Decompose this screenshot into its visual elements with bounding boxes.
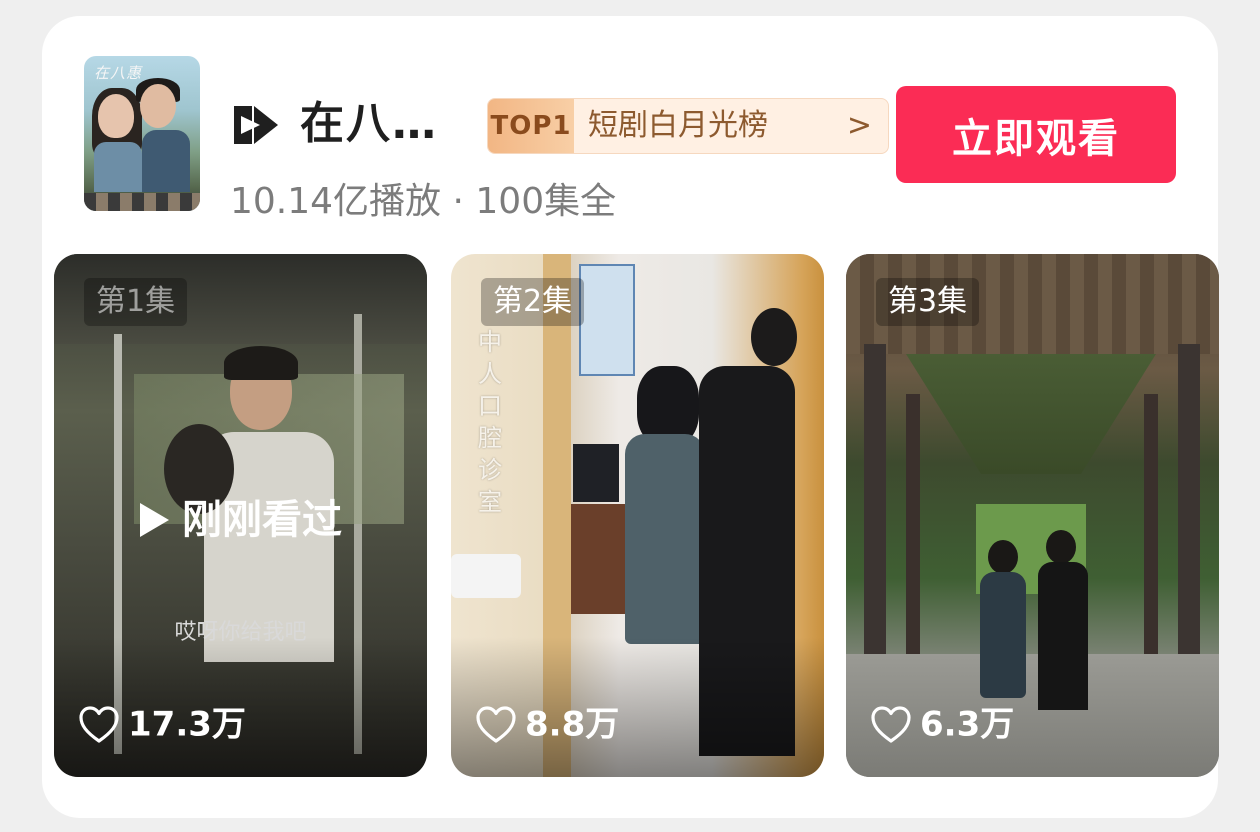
figure-dress	[980, 572, 1026, 698]
resume-indicator[interactable]: 刚刚看过	[136, 490, 342, 546]
figure-dress	[625, 434, 705, 644]
poster-figure-body-left	[94, 142, 142, 192]
episode-label: 第1集	[84, 278, 188, 326]
figure-head-man	[751, 308, 797, 366]
episode-label: 第2集	[481, 278, 585, 326]
poster-figure-face-right	[140, 84, 176, 128]
wall-handle	[451, 554, 521, 598]
episode-likes: 8.8万	[475, 699, 619, 747]
episode-label: 第3集	[876, 278, 980, 326]
figure-suit	[1038, 562, 1088, 710]
resume-text: 刚刚看过	[182, 497, 342, 543]
heart-outline-icon	[871, 705, 911, 743]
play-logo-icon	[234, 106, 278, 144]
figure-hair	[224, 346, 298, 380]
drama-card[interactable]: 在八惠 在八… TOP1 短剧白月光榜 > 10.14亿播放 · 100集全 立…	[42, 16, 1219, 818]
rank-top-tag: TOP1	[488, 99, 574, 153]
wall-notice	[579, 264, 635, 376]
episode-likes: 17.3万	[78, 699, 246, 747]
heart-outline-icon	[79, 705, 119, 743]
rank-label: 短剧白月光榜	[588, 108, 768, 143]
episode-card-2[interactable]: 中人口腔诊室 第2集 8.8万	[451, 254, 824, 777]
likes-count: 6.3万	[920, 704, 1015, 745]
poster-figure-face-left	[98, 94, 134, 138]
episode-card-1[interactable]: 第1集 刚刚看过 哎呀你给我吧 17.3万	[54, 254, 427, 777]
likes-count: 17.3万	[128, 704, 246, 745]
likes-count: 8.8万	[525, 704, 620, 745]
monitor	[573, 444, 619, 502]
poster-filmstrip	[84, 193, 200, 211]
chevron-right-icon: >	[846, 108, 872, 143]
episode-card-3[interactable]: 第3集 6.3万	[846, 254, 1219, 777]
poster-figure-body-right	[142, 130, 190, 192]
drama-title[interactable]: 在八…	[300, 94, 438, 154]
heart-outline-icon	[476, 705, 516, 743]
drama-stats: 10.14亿播放 · 100集全	[230, 181, 617, 222]
corridor-ceiling	[906, 354, 1156, 474]
episode-likes: 6.3万	[870, 699, 1014, 747]
play-triangle-icon	[140, 503, 169, 537]
drama-poster[interactable]: 在八惠	[84, 56, 200, 211]
episode-subtitle: 哎呀你给我吧	[174, 620, 307, 645]
door-sign: 中人口腔诊室	[478, 328, 502, 516]
corridor-pillar	[1144, 394, 1158, 694]
watch-now-button[interactable]: 立即观看	[896, 86, 1176, 183]
corridor-pillar	[906, 394, 920, 694]
rank-badge[interactable]: TOP1 短剧白月光榜 >	[487, 98, 889, 154]
figure-head-man	[1046, 530, 1076, 564]
figure-head-girl	[988, 540, 1018, 574]
